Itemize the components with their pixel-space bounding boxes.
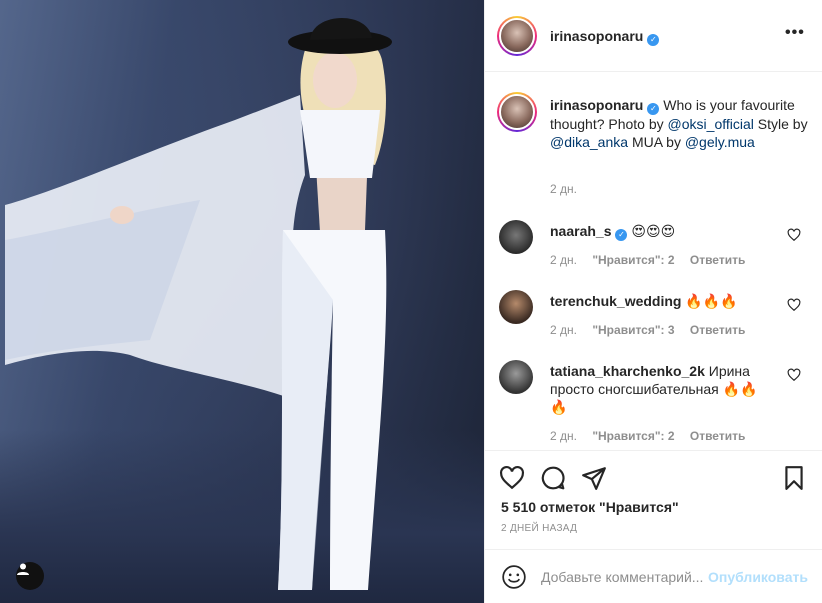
comment-likes[interactable]: "Нравится": 3 [592, 323, 674, 337]
author-avatar[interactable] [497, 16, 537, 56]
instagram-post-modal: irinasoponaru ✓ ••• irinasoponaru ✓ Who is… [0, 0, 822, 603]
verified-icon: ✓ [647, 103, 660, 115]
post-side-panel: irinasoponaru ✓ ••• irinasoponaru ✓ Who is… [484, 0, 822, 603]
verified-icon: ✓ [615, 229, 628, 241]
mention-link[interactable]: @dika_anka [550, 134, 628, 150]
commenter-avatar[interactable] [499, 220, 533, 254]
comment-text: terenchuk_wedding 🔥🔥🔥 [550, 292, 760, 310]
caption-text-part: Style by [757, 116, 808, 132]
verified-icon: ✓ [647, 34, 660, 46]
comment-input[interactable]: Добавьте комментарий... [541, 569, 703, 585]
mention-link[interactable]: @oksi_official [668, 116, 754, 132]
more-icon[interactable]: ••• [785, 24, 805, 42]
comment-body: 🔥🔥🔥 [685, 293, 738, 309]
comment-time[interactable]: 2 дн. [550, 253, 577, 267]
comment-time[interactable]: 2 дн. [550, 429, 577, 443]
caption-time[interactable]: 2 дн. [550, 182, 577, 196]
comment-text: naarah_s ✓ 😍😍😍 [550, 222, 760, 241]
reply-button[interactable]: Ответить [690, 429, 745, 443]
publish-button[interactable]: Опубликовать [708, 569, 808, 585]
caption-username[interactable]: irinasoponaru [550, 97, 643, 113]
caption-text-part: MUA by [631, 134, 681, 150]
commenter-avatar[interactable] [499, 290, 533, 324]
reply-button[interactable]: Ответить [690, 253, 745, 267]
comment-heart-icon[interactable] [787, 228, 801, 242]
comment-meta: 2 дн. "Нравится": 3 Ответить [550, 323, 745, 337]
comment-body: 😍😍😍 [631, 223, 676, 239]
add-comment-bar: Добавьте комментарий... Опубликовать [485, 549, 822, 603]
comment-meta: 2 дн. "Нравится": 2 Ответить [550, 253, 745, 267]
caption-text: irinasoponaru ✓ Who is your favourite tho… [550, 96, 812, 151]
reply-button[interactable]: Ответить [690, 323, 745, 337]
user-tag-button[interactable] [16, 562, 44, 590]
user-tag-icon [17, 563, 29, 575]
likes-count[interactable]: 5 510 отметок "Нравится" [501, 499, 679, 515]
heart-icon[interactable] [499, 465, 525, 491]
caption-avatar[interactable] [497, 92, 537, 132]
comment-icon[interactable] [540, 465, 566, 491]
comment-time[interactable]: 2 дн. [550, 323, 577, 337]
author-username-text[interactable]: irinasoponaru [550, 28, 643, 44]
posted-ago[interactable]: 2 ДНЕЙ НАЗАД [501, 523, 577, 534]
author-username[interactable]: irinasoponaru ✓ [550, 28, 660, 46]
commenter-avatar[interactable] [499, 360, 533, 394]
emoji-icon[interactable] [501, 564, 527, 590]
photo-figure [5, 17, 392, 590]
comment-heart-icon[interactable] [787, 368, 801, 382]
post-photo[interactable] [0, 0, 484, 603]
commenter-username[interactable]: terenchuk_wedding [550, 293, 681, 309]
mention-link[interactable]: @gely.mua [685, 134, 755, 150]
share-icon[interactable] [581, 465, 607, 491]
comment-text: tatiana_kharchenko_2k Ирина просто сногс… [550, 362, 760, 416]
bookmark-icon[interactable] [781, 465, 807, 491]
comment-meta: 2 дн. "Нравится": 2 Ответить [550, 429, 745, 443]
comment-likes[interactable]: "Нравится": 2 [592, 429, 674, 443]
post-actions: 5 510 отметок "Нравится" 2 ДНЕЙ НАЗАД До… [485, 450, 822, 603]
comment-heart-icon[interactable] [787, 298, 801, 312]
post-header: irinasoponaru ✓ ••• [485, 0, 822, 72]
commenter-username[interactable]: naarah_s [550, 223, 611, 239]
comment-likes[interactable]: "Нравится": 2 [592, 253, 674, 267]
commenter-username[interactable]: tatiana_kharchenko_2k [550, 363, 705, 379]
